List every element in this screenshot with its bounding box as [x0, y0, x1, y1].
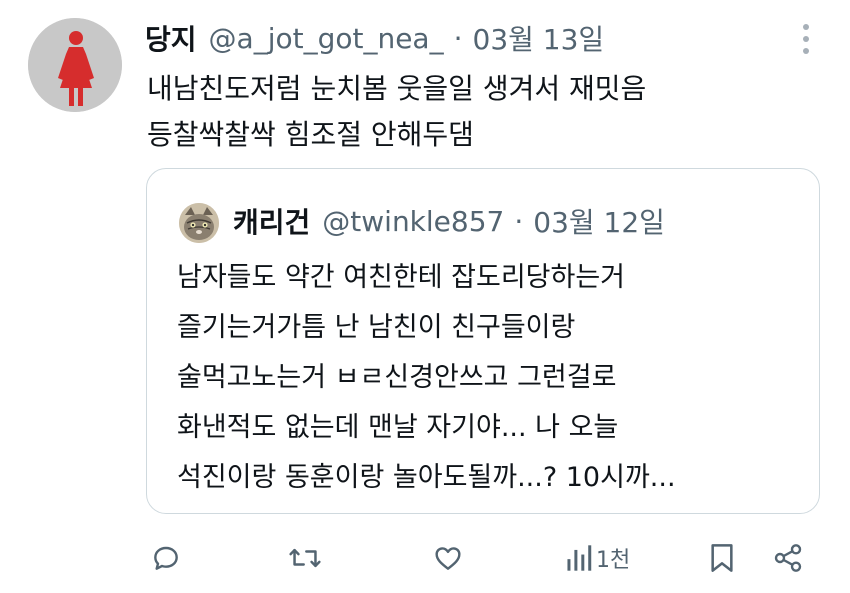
quoted-display-name[interactable]: 캐리건	[233, 201, 310, 241]
tweet-body: 내남친도저럼 눈치봄 웃을일 생겨서 재밋음 등찰싹찰싹 힘조절 안해두댐	[147, 66, 827, 158]
more-dot	[803, 48, 809, 54]
quoted-tweet[interactable]: 캐리건 @twinkle857 · 03월 12일 남자들도 약간 여친한테 잡…	[146, 168, 820, 514]
bar-chart-icon	[567, 545, 592, 571]
quoted-line: 남자들도 약간 여친한테 잡도리당하는거	[177, 262, 626, 293]
reply-button[interactable]	[150, 528, 182, 588]
cat-avatar-icon	[179, 203, 219, 243]
quoted-line: 석진이랑 동훈이랑 놀아도될까...? 10시까...	[177, 462, 676, 493]
more-dot	[803, 36, 809, 42]
woman-restroom-icon	[28, 18, 122, 112]
quoted-handle[interactable]: @twinkle857	[322, 205, 504, 238]
comment-icon	[154, 546, 178, 570]
retweet-icon	[289, 548, 321, 568]
quoted-meta-separator: ·	[514, 204, 524, 238]
quoted-header: 캐리건 @twinkle857 · 03월 12일	[233, 199, 665, 243]
bookmark-icon	[711, 544, 733, 572]
quoted-body: 남자들도 약간 여친한테 잡도리당하는거 즐기는거가틈 난 남친이 친구들이랑 …	[177, 253, 797, 503]
tweet-line: 내남친도저럼 눈치봄 웃을일 생겨서 재밋음	[147, 72, 647, 105]
author-avatar[interactable]	[28, 18, 122, 112]
views-count: 1천	[596, 548, 631, 573]
like-button[interactable]	[431, 528, 465, 588]
author-display-name[interactable]: 당지	[145, 18, 197, 58]
quoted-author-avatar	[179, 203, 219, 243]
quoted-date[interactable]: 03월 12일	[533, 201, 665, 241]
tweet-date[interactable]: 03월 13일	[473, 18, 605, 58]
views-button[interactable]: 1천	[566, 528, 630, 588]
tweet-header: 당지 @a_jot_got_nea_ · 03월 13일	[145, 18, 604, 58]
heart-icon	[435, 547, 461, 570]
share-icon	[774, 544, 802, 572]
author-handle[interactable]: @a_jot_got_nea_	[209, 22, 444, 55]
more-vertical-icon	[803, 24, 809, 30]
bookmark-button[interactable]	[708, 528, 736, 588]
quoted-line: 즐기는거가틈 난 남친이 친구들이랑	[177, 312, 576, 343]
more-options-button[interactable]	[800, 24, 812, 54]
retweet-button[interactable]	[288, 528, 322, 588]
tweet-line: 등찰싹찰싹 힘조절 안해두댐	[147, 118, 474, 151]
action-bar: 1천	[0, 528, 850, 588]
quoted-line: 술먹고노는거 ㅂㄹ신경안쓰고 그런걸로	[177, 362, 617, 393]
share-button[interactable]	[772, 528, 804, 588]
meta-separator: ·	[453, 21, 463, 55]
quoted-line: 화낸적도 없는데 맨날 자기야... 나 오늘	[177, 412, 619, 443]
